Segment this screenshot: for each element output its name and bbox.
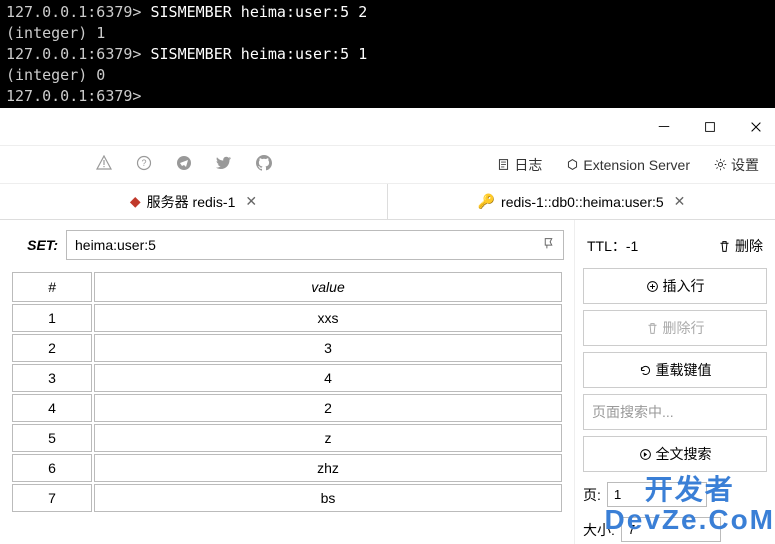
reload-label: 重载键值 xyxy=(656,360,712,380)
table-row[interactable]: 1xxs xyxy=(12,304,562,332)
extension-server-button[interactable]: Extension Server xyxy=(566,157,690,173)
type-label: SET: xyxy=(10,237,58,253)
term-output: (integer) 0 xyxy=(6,66,105,84)
right-pane: TTL：-1 删除 插入行 删除行 重载键值 页面搜索中... 全文搜索 页: … xyxy=(575,220,775,544)
cell-index: 3 xyxy=(12,364,92,392)
key-name-input[interactable]: heima:user:5 xyxy=(66,230,564,260)
term-cmd: SISMEMBER heima:user:5 2 xyxy=(141,3,367,21)
delete-key-button[interactable]: 删除 xyxy=(718,236,763,256)
warning-icon[interactable] xyxy=(96,155,112,174)
set-members-table: # value 1xxs 23 34 42 5z 6zhz 7bs xyxy=(10,270,564,514)
cell-index: 6 xyxy=(12,454,92,482)
delete-row-button[interactable]: 删除行 xyxy=(583,310,767,346)
log-button[interactable]: 日志 xyxy=(497,155,542,175)
settings-button[interactable]: 设置 xyxy=(714,155,759,175)
svg-text:?: ? xyxy=(141,158,146,168)
tab-key[interactable]: 🔑 redis-1::db0::heima:user:5 ✕ xyxy=(388,184,775,219)
cell-index: 5 xyxy=(12,424,92,452)
close-icon[interactable]: ✕ xyxy=(674,193,686,210)
insert-row-button[interactable]: 插入行 xyxy=(583,268,767,304)
insert-label: 插入行 xyxy=(663,276,705,296)
full-search-label: 全文搜索 xyxy=(656,444,712,464)
term-prompt: 127.0.0.1:6379> xyxy=(6,87,141,105)
tab-label: 服务器 redis-1 xyxy=(147,192,236,212)
col-value: value xyxy=(94,272,562,302)
reload-button[interactable]: 重载键值 xyxy=(583,352,767,388)
term-prompt: 127.0.0.1:6379> xyxy=(6,3,141,21)
table-row[interactable]: 6zhz xyxy=(12,454,562,482)
table-row[interactable]: 23 xyxy=(12,334,562,362)
delete-row-label: 删除行 xyxy=(663,318,705,338)
ttl-row: TTL：-1 删除 xyxy=(583,230,767,262)
size-input[interactable] xyxy=(621,517,721,542)
log-label: 日志 xyxy=(514,155,542,175)
key-icon: 🔑 xyxy=(478,193,495,210)
cell-value: xxs xyxy=(94,304,562,332)
close-button[interactable] xyxy=(749,120,763,134)
terminal: 127.0.0.1:6379> SISMEMBER heima:user:5 2… xyxy=(0,0,775,108)
term-cmd: SISMEMBER heima:user:5 1 xyxy=(141,45,367,63)
tab-server[interactable]: ◆ 服务器 redis-1 ✕ xyxy=(0,184,388,219)
cell-index: 1 xyxy=(12,304,92,332)
cell-value: zhz xyxy=(94,454,562,482)
col-index: # xyxy=(12,272,92,302)
settings-label: 设置 xyxy=(731,155,759,175)
minimize-button[interactable] xyxy=(657,120,671,134)
content-area: SET: heima:user:5 # value 1xxs 23 34 42 … xyxy=(0,220,775,544)
cell-index: 2 xyxy=(12,334,92,362)
ttl-label[interactable]: TTL：-1 xyxy=(587,236,638,256)
tab-label: redis-1::db0::heima:user:5 xyxy=(501,194,664,210)
cell-value: 4 xyxy=(94,364,562,392)
cell-value: 2 xyxy=(94,394,562,422)
key-row: SET: heima:user:5 xyxy=(10,230,564,260)
close-icon[interactable]: ✕ xyxy=(245,193,257,210)
help-icon[interactable]: ? xyxy=(136,155,152,174)
twitter-icon[interactable] xyxy=(216,155,232,174)
term-output: (integer) 1 xyxy=(6,24,105,42)
ext-label: Extension Server xyxy=(583,157,690,173)
key-name-text: heima:user:5 xyxy=(75,237,156,253)
left-pane: SET: heima:user:5 # value 1xxs 23 34 42 … xyxy=(0,220,575,544)
term-prompt: 127.0.0.1:6379> xyxy=(6,45,141,63)
tab-strip: ◆ 服务器 redis-1 ✕ 🔑 redis-1::db0::heima:us… xyxy=(0,184,775,220)
server-icon: ◆ xyxy=(130,193,141,210)
cell-index: 4 xyxy=(12,394,92,422)
page-search-input[interactable]: 页面搜索中... xyxy=(583,394,767,430)
cell-index: 7 xyxy=(12,484,92,512)
cell-value: bs xyxy=(94,484,562,512)
cell-value: 3 xyxy=(94,334,562,362)
telegram-icon[interactable] xyxy=(176,155,192,174)
table-row[interactable]: 42 xyxy=(12,394,562,422)
size-row: 大小: xyxy=(583,517,767,542)
full-search-button[interactable]: 全文搜索 xyxy=(583,436,767,472)
rename-icon[interactable] xyxy=(542,237,555,253)
top-iconbar: ? 日志 Extension Server 设置 xyxy=(0,146,775,184)
size-label: 大小: xyxy=(583,520,615,540)
maximize-button[interactable] xyxy=(703,120,717,134)
page-label: 页: xyxy=(583,485,601,505)
cell-value: z xyxy=(94,424,562,452)
window-titlebar xyxy=(0,108,775,146)
page-number-input[interactable] xyxy=(607,482,707,507)
delete-label: 删除 xyxy=(735,236,763,256)
table-row[interactable]: 5z xyxy=(12,424,562,452)
page-row: 页: xyxy=(583,482,767,507)
github-icon[interactable] xyxy=(256,155,272,174)
table-row[interactable]: 7bs xyxy=(12,484,562,512)
table-row[interactable]: 34 xyxy=(12,364,562,392)
